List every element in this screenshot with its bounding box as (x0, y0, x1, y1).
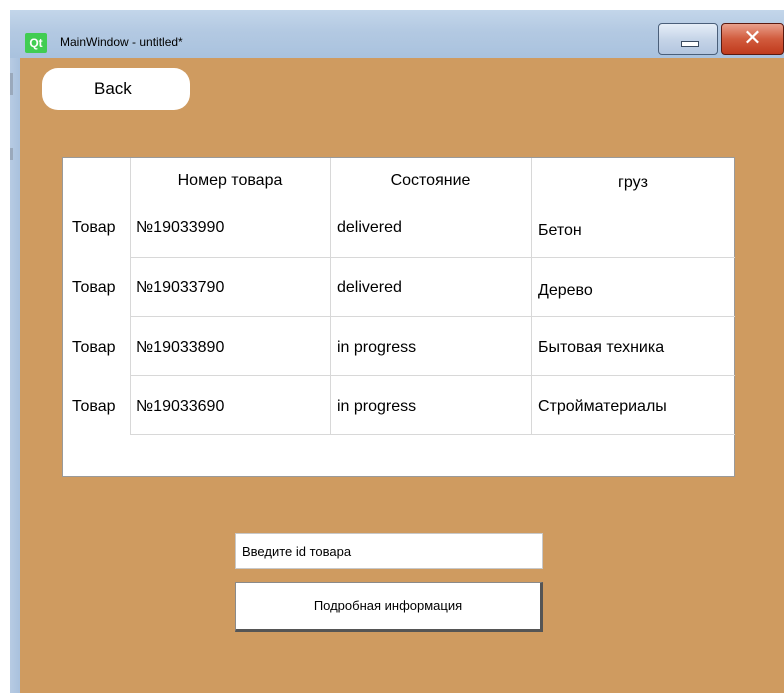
column-header-state[interactable]: Состояние (330, 172, 531, 190)
frame-grip (10, 148, 13, 160)
grid-line (130, 158, 131, 435)
column-header-number[interactable]: Номер товара (130, 172, 330, 190)
cell-state[interactable]: in progress (337, 398, 416, 416)
frame-grip (10, 73, 13, 95)
window-left-frame (10, 58, 20, 693)
row-header[interactable]: Товар (72, 279, 116, 297)
product-id-input[interactable] (235, 533, 543, 569)
row-header[interactable]: Товар (72, 339, 116, 357)
details-button[interactable]: Подробная информация (235, 582, 543, 632)
main-window: Qt MainWindow - untitled* ✕ Back Номер т… (10, 10, 784, 693)
cell-cargo[interactable]: Стройматериалы (538, 398, 667, 416)
grid-line (330, 158, 331, 435)
minimize-button[interactable] (658, 23, 718, 55)
grid-line (130, 316, 735, 317)
row-header[interactable]: Товар (72, 398, 116, 416)
column-header-cargo[interactable]: груз (531, 174, 735, 192)
close-button[interactable]: ✕ (721, 23, 784, 55)
window-title: MainWindow - untitled* (60, 35, 183, 49)
cell-number[interactable]: №19033890 (136, 339, 224, 357)
cell-cargo[interactable]: Бетон (538, 222, 582, 240)
grid-line (130, 375, 735, 376)
cell-number[interactable]: №19033990 (136, 219, 224, 237)
row-header[interactable]: Товар (72, 219, 116, 237)
back-button[interactable]: Back (42, 68, 190, 110)
qt-logo-icon: Qt (25, 33, 47, 53)
close-icon: ✕ (743, 26, 762, 51)
cell-number[interactable]: №19033690 (136, 398, 224, 416)
cell-number[interactable]: №19033790 (136, 279, 224, 297)
cell-state[interactable]: delivered (337, 219, 402, 237)
cell-state[interactable]: delivered (337, 279, 402, 297)
grid-line (531, 158, 532, 435)
cell-cargo[interactable]: Дерево (538, 282, 593, 300)
cell-state[interactable]: in progress (337, 339, 416, 357)
cell-cargo[interactable]: Бытовая техника (538, 339, 664, 357)
title-bar[interactable]: Qt MainWindow - untitled* ✕ (10, 10, 784, 58)
grid-line (130, 434, 735, 435)
minimize-icon (681, 41, 699, 47)
goods-table[interactable]: Номер товара Состояние груз Товар №19033… (62, 157, 735, 477)
grid-line (130, 257, 735, 258)
central-widget: Back Номер товара Состояние груз Товар №… (20, 58, 784, 693)
